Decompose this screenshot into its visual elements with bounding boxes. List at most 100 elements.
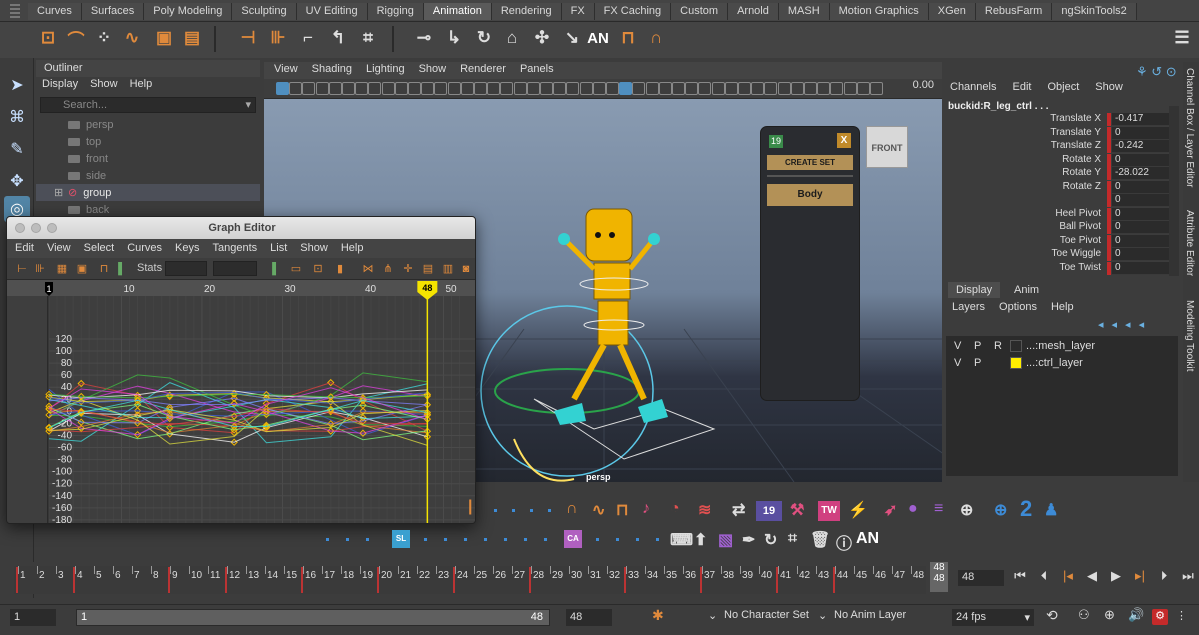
flat-tangent-icon[interactable]: ✛ [401, 262, 415, 276]
buffer-curve-icon[interactable]: ▤ [421, 262, 435, 276]
outliner-menu-show[interactable]: Show [90, 78, 118, 93]
channel-value-field[interactable]: 0 [1112, 180, 1169, 194]
shelf-tab-rigging[interactable]: Rigging [367, 3, 424, 20]
character-set-dropdown[interactable]: No Character Set [724, 609, 809, 621]
tab-attribute-editor[interactable]: Attribute Editor [1184, 210, 1195, 276]
scale-constraint-icon[interactable]: ⌗ [356, 26, 380, 50]
sphere-icon[interactable]: ● [908, 500, 918, 518]
viewport-tool-icon[interactable] [711, 82, 725, 95]
shelf-tab-custom[interactable]: Custom [671, 3, 729, 20]
outliner-item-persp[interactable]: persp [36, 116, 260, 133]
viewport-tool-icon[interactable] [540, 82, 553, 95]
viewport-menu-lighting[interactable]: Lighting [366, 63, 405, 78]
channel-value-field[interactable]: -0.242 [1112, 140, 1169, 153]
channel-row[interactable]: Rotate X 0 [944, 153, 1169, 167]
anim-layer-chevron-icon[interactable]: ⌄ [818, 609, 827, 622]
frame-selection-icon[interactable]: ⊡ [311, 262, 325, 276]
outliner-search-field[interactable]: Search... ▾ [40, 97, 256, 113]
keyframe-icon[interactable]: ⊡ [36, 26, 60, 50]
viewport-tool-icon[interactable] [566, 82, 580, 95]
channel-value-field[interactable]: 0 [1112, 126, 1169, 140]
viewport-tool-icon[interactable] [579, 82, 593, 95]
shelf-tab-ngskintools2[interactable]: ngSkinTools2 [1052, 3, 1137, 20]
shelf-tab-animation[interactable]: Animation [423, 3, 492, 20]
network-icon[interactable]: ⊕ [960, 500, 973, 520]
layer-action-icons[interactable]: ◂◂◂◂ [1098, 318, 1152, 331]
shelf-tab-rebusfarm[interactable]: RebusFarm [975, 3, 1053, 20]
outliner-menu-help[interactable]: Help [130, 78, 153, 93]
viewport-tool-icon[interactable] [408, 82, 421, 95]
channel-icons[interactable]: ⚘ ↺ ⊙ [1136, 64, 1177, 80]
graph-editor-titlebar[interactable]: Graph Editor [7, 217, 475, 239]
channel-value-field[interactable]: -0.417 [1112, 113, 1169, 126]
shelf-tab-fx[interactable]: FX [561, 3, 595, 20]
range-slider[interactable]: 1 48 [76, 609, 550, 626]
channel-value-field[interactable]: 0 [1112, 194, 1169, 207]
viewport-tool-icon[interactable] [513, 82, 527, 95]
viewport-menu-view[interactable]: View [274, 63, 298, 78]
badge-sl[interactable]: SL [392, 530, 410, 548]
lattice-icon[interactable]: ▦ [55, 262, 69, 276]
viewport-tool-icon[interactable] [289, 82, 303, 95]
channel-row[interactable]: Translate Z -0.242 [944, 140, 1169, 153]
layer-reference-toggle[interactable]: R [994, 340, 1002, 352]
start-frame-field[interactable]: 1 [10, 609, 56, 626]
tab-modeling-toolkit[interactable]: Modeling Toolkit [1184, 300, 1195, 372]
shelf-tab-motion-graphics[interactable]: Motion Graphics [829, 3, 929, 20]
region-icon[interactable]: ▣ [75, 262, 89, 276]
layer-color-swatch[interactable] [1010, 357, 1022, 369]
settings-icon[interactable]: ⚙ [1152, 609, 1168, 625]
an-icon[interactable]: AN [586, 26, 610, 50]
layer-color-swatch[interactable] [1010, 340, 1022, 352]
viewport-tool-icon[interactable] [447, 82, 461, 95]
graph-menu-view[interactable]: View [47, 242, 71, 255]
channel-row[interactable]: Heel Pivot 0 [944, 207, 1169, 221]
channel-value-field[interactable]: 0 [1112, 207, 1169, 221]
viewport-tool-icon[interactable] [434, 82, 448, 95]
info-icon[interactable]: ⓘ [836, 530, 852, 554]
viewport-tool-icon[interactable] [856, 82, 870, 95]
move-key-icon[interactable]: ⊢ [15, 262, 29, 276]
tab-anim[interactable]: Anim [1006, 282, 1047, 298]
channel-value-field[interactable]: 0 [1112, 221, 1169, 234]
viewport-tool-icon[interactable] [804, 82, 817, 95]
shelf-tab-poly-modeling[interactable]: Poly Modeling [144, 3, 233, 20]
viewport-tool-icon[interactable] [764, 82, 778, 95]
viewport-tool-icon[interactable] [500, 82, 514, 95]
view-cube[interactable]: FRONT [866, 126, 908, 168]
graph-menu-help[interactable]: Help [341, 242, 364, 255]
outliner-menu-display[interactable]: Display [42, 78, 78, 93]
outliner-item-group[interactable]: ⊞ ⊘ group [36, 184, 260, 201]
layer-menu-help[interactable]: Help [1051, 301, 1074, 313]
character[interactable] [554, 208, 668, 425]
step-icon[interactable]: ⊓ [616, 26, 640, 50]
rocket-icon[interactable]: ➶ [884, 500, 897, 520]
stats-toggle-icon[interactable]: ▌ [269, 262, 283, 276]
outliner-item-front[interactable]: front [36, 150, 260, 167]
trash-icon[interactable]: 🗑 [810, 530, 830, 550]
upload-icon[interactable]: ⬆ [694, 530, 707, 550]
ghost-icon[interactable]: ▤ [180, 26, 204, 50]
time-slider-track[interactable]: 1 2 3 4 5 6 7 8 9 10 11 12 13 14 15 16 17 18 19 20 21 22 23 24 2… [14, 566, 926, 594]
viewport-tool-icon[interactable] [870, 82, 883, 95]
viewport-tool-icon[interactable] [315, 82, 329, 95]
shelf-menu-icon[interactable]: ☰ [1170, 26, 1194, 50]
layer-visibility-toggle[interactable]: V [954, 357, 961, 369]
channel-menu-show[interactable]: Show [1095, 81, 1123, 93]
viewport-tool-icon[interactable] [751, 82, 765, 95]
wand-icon[interactable]: ⚡ [848, 500, 868, 520]
clock-icon[interactable]: ◔ [670, 500, 680, 518]
layers-icon[interactable]: ≋ [698, 500, 711, 520]
viewport-tool-icon[interactable] [487, 82, 501, 95]
viewport-tool-icon[interactable] [381, 82, 395, 95]
arc-icon[interactable]: ⌒ [64, 26, 88, 50]
step-back-key-icon[interactable]: ⏴ [1036, 568, 1052, 586]
frame-playback-icon[interactable]: ▮ [333, 262, 347, 276]
insert-key-icon[interactable]: ⊪ [33, 262, 47, 276]
joint-icon[interactable]: ⊪ [266, 26, 290, 50]
refresh-icon[interactable]: ↻ [764, 530, 777, 550]
channel-menu-channels[interactable]: Channels [950, 81, 996, 93]
point-icon[interactable]: ⌂ [500, 26, 524, 50]
channel-row[interactable]: Rotate Z 0 [944, 180, 1169, 194]
retime-icon[interactable]: ⊓ [97, 262, 111, 276]
